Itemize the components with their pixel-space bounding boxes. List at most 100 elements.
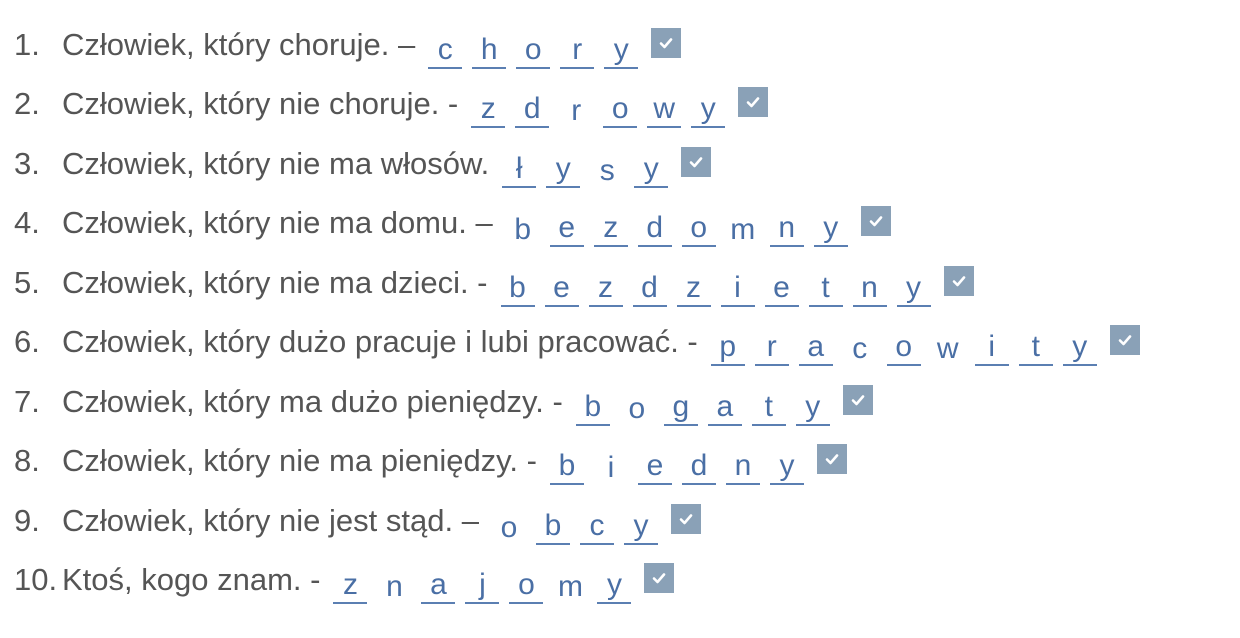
item-prompt: Człowiek, który dużo pracuje i lubi prac… (62, 324, 698, 360)
letter-blank-input[interactable]: o (516, 25, 551, 69)
answer-letters: obcy (487, 497, 663, 545)
exercise-row: 4. Człowiek, który nie ma domu. – b e z d o m n y (14, 194, 1234, 254)
letter-blank-input[interactable]: z (676, 263, 711, 307)
letter-blank-input[interactable]: n (852, 263, 887, 307)
letter-blank-input[interactable]: d (681, 441, 716, 486)
letter-blank-input[interactable]: o (509, 560, 544, 605)
given-letter: o (628, 391, 646, 425)
letter-blank-input[interactable]: y (896, 263, 931, 307)
answer-letters: chory (423, 21, 643, 69)
item-prompt: Ktoś, kogo znam. - (62, 562, 321, 598)
item-number: 1. (14, 26, 40, 62)
letter-blank-input[interactable]: n (725, 441, 760, 486)
letter-blank-input[interactable]: o (886, 322, 921, 367)
given-letter: o (500, 510, 518, 544)
letter-blank-input[interactable]: d (515, 84, 550, 129)
given-letter: r (571, 94, 582, 128)
answer-letters: znajomy (328, 556, 636, 605)
item-number: 2. (14, 86, 40, 122)
letter-blank-input[interactable]: t (808, 263, 843, 307)
letter-blank-input[interactable]: y (623, 501, 658, 545)
letter-blank-input[interactable]: a (421, 560, 456, 605)
exercise-list: 1. Człowiek, który choruje. – c h o r y 2. Człow… (14, 15, 1234, 610)
letter-blank-input[interactable]: o (603, 84, 638, 129)
check-icon (943, 265, 974, 296)
letter-blank-input[interactable]: y (1062, 322, 1097, 367)
letter-blank-input[interactable]: j (465, 560, 500, 605)
exercise-row: 7. Człowiek, który ma dużo pieniędzy. - bo… (14, 372, 1234, 432)
item-number: 8. (14, 443, 40, 479)
letter-blank-input[interactable]: p (710, 322, 745, 367)
letter-blank-input[interactable]: z (471, 84, 506, 129)
letter-blank-input[interactable]: y (769, 441, 804, 486)
item-prompt: Człowiek, który nie ma pieniędzy. - (62, 443, 537, 479)
letter-blank-input[interactable]: g (663, 382, 698, 426)
letter-blank-input[interactable]: i (974, 322, 1009, 367)
given-letter: w (936, 332, 959, 366)
given-letter: m (557, 570, 583, 604)
letter-blank-input[interactable]: e (764, 263, 799, 307)
letter-blank-input[interactable]: z (593, 203, 628, 248)
letter-blank-input[interactable]: a (707, 382, 742, 426)
given-letter: c (852, 332, 868, 366)
letter-blank-input[interactable]: y (795, 382, 830, 426)
check-icon (860, 206, 891, 237)
check-icon (842, 384, 873, 415)
letter-blank-input[interactable]: r (754, 322, 789, 367)
letter-blank-input[interactable]: i (720, 263, 755, 307)
letter-blank-input[interactable]: ł (502, 144, 537, 188)
given-letter: n (386, 570, 403, 604)
exercise-row: 5. Człowiek, który nie ma dzieci. -bezdzi… (14, 253, 1234, 313)
letter-blank-input[interactable]: b (549, 441, 584, 486)
letter-blank-input[interactable]: e (637, 441, 672, 486)
check-icon (1109, 325, 1140, 356)
letter-blank-input[interactable]: c (579, 501, 614, 545)
letter-blank-input[interactable]: n (769, 203, 804, 248)
letter-blank-input[interactable]: t (751, 382, 786, 426)
item-number: 4. (14, 205, 40, 241)
item-number: 6. (14, 324, 40, 360)
check-icon (670, 503, 701, 534)
letter-blank-input[interactable]: y (691, 84, 726, 129)
letter-blank-input[interactable]: y (604, 25, 639, 69)
given-letter: b (514, 213, 532, 247)
check-icon (651, 27, 682, 58)
letter-blank-input[interactable]: h (472, 25, 507, 69)
item-prompt: Człowiek, który nie choruje. - (62, 86, 459, 122)
letter-blank-input[interactable]: c (428, 25, 463, 69)
exercise-row: 2. Człowiek, który nie choruje. -zdrowy (14, 75, 1234, 135)
item-prompt: Człowiek, który choruje. – (62, 26, 416, 62)
given-letter: s (599, 153, 615, 187)
letter-blank-input[interactable]: e (544, 263, 579, 307)
letter-blank-input[interactable]: a (798, 322, 833, 367)
letter-blank-input[interactable]: b (575, 382, 610, 426)
check-icon (681, 146, 712, 177)
answer-letters: bezdzietny (496, 259, 936, 307)
letter-blank-input[interactable]: t (1018, 322, 1053, 367)
exercise-row: 9. Człowiek, który nie jest stąd. – o b c y (14, 491, 1234, 551)
answer-letters: zdrowy (466, 80, 730, 129)
item-prompt: Człowiek, który nie ma włosów. (62, 145, 490, 181)
letter-blank-input[interactable]: z (588, 263, 623, 307)
letter-blank-input[interactable]: z (333, 560, 368, 605)
letter-blank-input[interactable]: e (549, 203, 584, 248)
letter-blank-input[interactable]: y (634, 144, 669, 188)
letter-blank-input[interactable]: d (637, 203, 672, 248)
letter-blank-input[interactable]: y (546, 144, 581, 188)
answer-letters: pracowity (706, 318, 1102, 367)
letter-blank-input[interactable]: d (632, 263, 667, 307)
letter-blank-input[interactable]: b (500, 263, 535, 307)
check-icon (738, 87, 769, 118)
answer-letters: biedny (545, 437, 809, 486)
letter-blank-input[interactable]: b (535, 501, 570, 545)
letter-blank-input[interactable]: y (813, 203, 848, 248)
item-number: 7. (14, 383, 40, 419)
letter-blank-input[interactable]: w (647, 84, 682, 129)
item-prompt: Człowiek, który nie ma dzieci. - (62, 264, 488, 300)
item-number: 9. (14, 502, 40, 538)
letter-blank-input[interactable]: o (681, 203, 716, 248)
letter-blank-input[interactable]: y (597, 560, 632, 605)
letter-blank-input[interactable]: r (560, 25, 595, 69)
item-prompt: Człowiek, który ma dużo pieniędzy. - (62, 383, 563, 419)
given-letter: m (730, 213, 756, 247)
